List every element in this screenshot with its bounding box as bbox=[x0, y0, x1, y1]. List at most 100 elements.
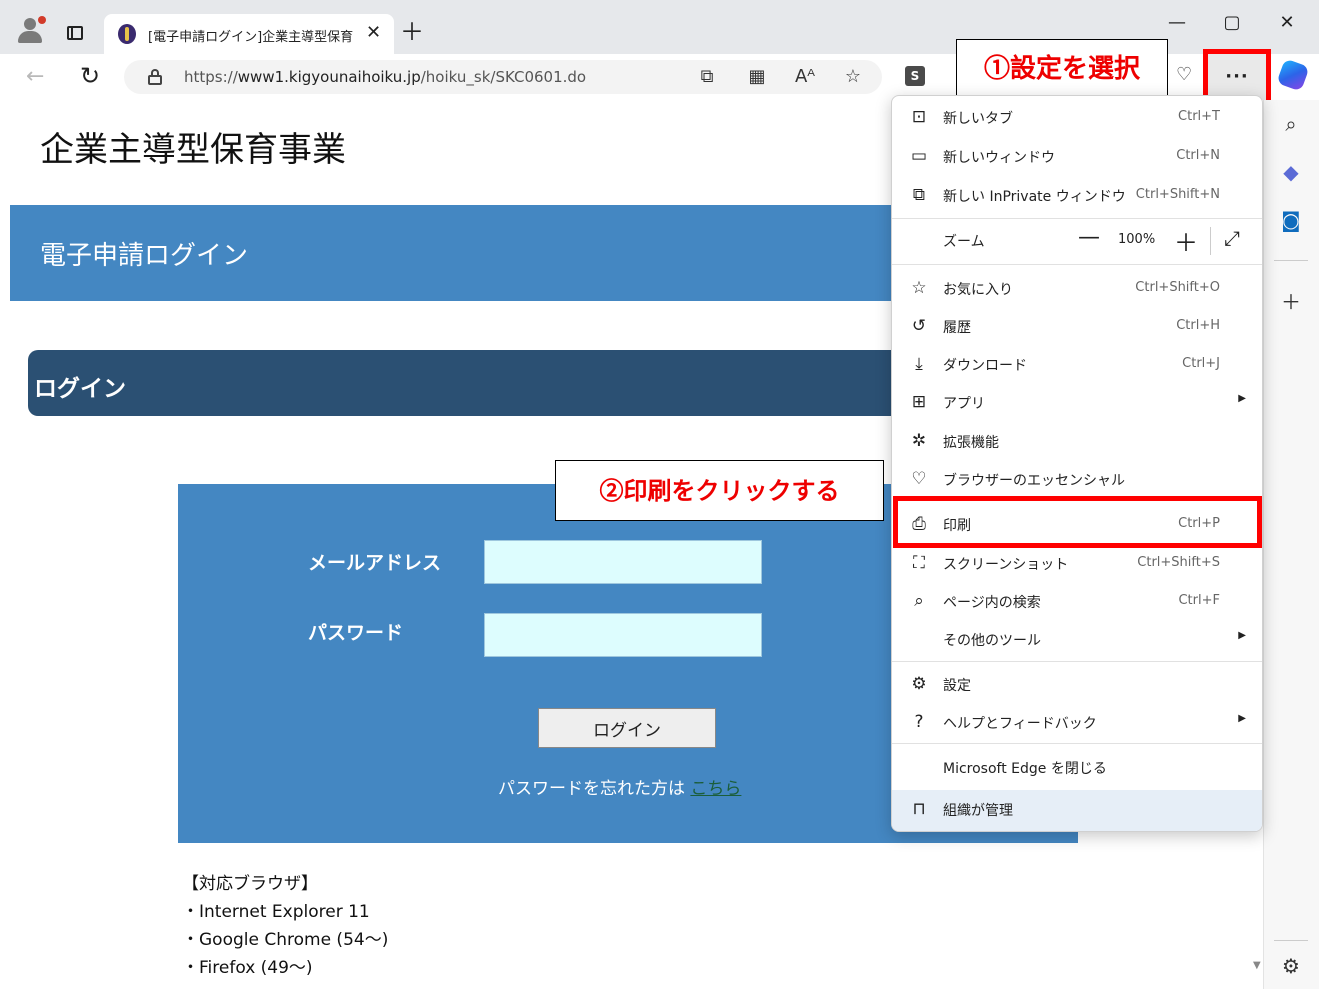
extensions-icon: ✲ bbox=[911, 431, 927, 451]
menu-new-tab[interactable]: ⊡ 新しいタブ Ctrl+T bbox=[892, 98, 1262, 136]
url-text[interactable]: https://www1.kigyounaihoiku.jp/hoiku_sk/… bbox=[184, 68, 586, 86]
menu-label: 拡張機能 bbox=[943, 435, 999, 451]
settings-gear-icon: ⚙ bbox=[911, 674, 927, 694]
menu-label: 履歴 bbox=[943, 320, 971, 336]
sidebar-divider bbox=[1274, 940, 1308, 941]
read-aloud-icon[interactable]: Aᴬ bbox=[792, 66, 818, 87]
find-icon: ⌕ bbox=[914, 591, 924, 611]
login-button[interactable]: ログイン bbox=[538, 708, 716, 748]
zoom-out-button[interactable]: — bbox=[1078, 225, 1100, 250]
microsoft365-icon[interactable]: ◆ bbox=[1276, 160, 1306, 190]
menu-label: ヘルプとフィードバック bbox=[943, 716, 1097, 732]
menu-find-on-page[interactable]: ⌕ ページ内の検索 Ctrl+F bbox=[892, 582, 1262, 620]
address-bar[interactable]: https://www1.kigyounaihoiku.jp/hoiku_sk/… bbox=[124, 60, 882, 94]
login-header-title: ログイン bbox=[34, 376, 126, 402]
banner-title: 電子申請ログイン bbox=[40, 241, 249, 271]
qr-code-icon[interactable]: ▦ bbox=[744, 66, 770, 87]
tab-close-icon[interactable]: ✕ bbox=[366, 22, 381, 43]
menu-close-edge[interactable]: Microsoft Edge を閉じる bbox=[892, 748, 1262, 786]
menu-history[interactable]: ↺ 履歴 Ctrl+H bbox=[892, 307, 1262, 345]
menu-label: 新しいウィンドウ bbox=[943, 150, 1055, 166]
sidebar-settings-icon[interactable]: ⚙ bbox=[1276, 954, 1306, 984]
menu-apps[interactable]: ⊞ アプリ ▶ bbox=[892, 383, 1262, 421]
annotation-step2: ②印刷をクリックする bbox=[555, 460, 884, 521]
fullscreen-icon[interactable]: ⤢ bbox=[1224, 226, 1240, 250]
screenshot-icon: ⛶ bbox=[913, 553, 925, 573]
menu-favorites[interactable]: ☆ お気に入り Ctrl+Shift+O bbox=[892, 269, 1262, 307]
menu-downloads[interactable]: ⤓ ダウンロード Ctrl+J bbox=[892, 345, 1262, 383]
menu-shortcut: Ctrl+Shift+O bbox=[1135, 280, 1220, 295]
download-icon: ⤓ bbox=[915, 354, 923, 374]
sidebar-divider bbox=[1274, 260, 1308, 261]
print-highlight-box bbox=[893, 496, 1262, 548]
menu-help-feedback[interactable]: ? ヘルプとフィードバック ▶ bbox=[892, 703, 1262, 741]
zoom-in-button[interactable]: ＋ bbox=[1174, 223, 1198, 258]
search-icon[interactable]: ⌕ bbox=[1276, 112, 1306, 142]
minimize-button[interactable]: — bbox=[1152, 12, 1202, 36]
forgot-password-link[interactable]: こちら bbox=[690, 779, 741, 799]
menu-divider bbox=[892, 264, 1262, 265]
app-available-icon[interactable]: ⧉ bbox=[694, 66, 720, 87]
email-label: メールアドレス bbox=[308, 552, 442, 574]
briefcase-icon: ⊓ bbox=[912, 799, 926, 819]
edge-sidebar: ⌕ ◆ ◙ ＋ ⚙ bbox=[1263, 100, 1319, 989]
essentials-heart-icon: ♡ bbox=[911, 469, 927, 489]
close-window-button[interactable]: ✕ bbox=[1262, 12, 1312, 36]
outlook-icon[interactable]: ◙ bbox=[1276, 208, 1306, 238]
tab-actions-icon[interactable] bbox=[60, 18, 90, 48]
lock-icon[interactable] bbox=[148, 69, 162, 85]
password-field[interactable] bbox=[484, 613, 762, 657]
new-tab-button[interactable]: ＋ bbox=[400, 20, 424, 44]
menu-label: ページ内の検索 bbox=[943, 595, 1041, 611]
menu-shortcut: Ctrl+H bbox=[1176, 318, 1220, 333]
settings-menu: ⊡ 新しいタブ Ctrl+T ▭ 新しいウィンドウ Ctrl+N ⧉ 新しい I… bbox=[891, 95, 1263, 832]
menu-label: 新しいタブ bbox=[943, 111, 1013, 127]
profile-icon[interactable] bbox=[14, 16, 50, 52]
password-label: パスワード bbox=[308, 622, 404, 644]
menu-shortcut: Ctrl+T bbox=[1178, 109, 1220, 124]
site-title: 企業主導型保育事業 bbox=[40, 130, 346, 170]
email-field[interactable] bbox=[484, 540, 762, 584]
maximize-button[interactable]: ▢ bbox=[1207, 12, 1257, 36]
menu-divider bbox=[892, 743, 1262, 744]
menu-label: その他のツール bbox=[943, 633, 1041, 649]
refresh-icon[interactable]: ↻ bbox=[80, 62, 100, 90]
menu-divider bbox=[892, 661, 1262, 662]
health-extension-icon[interactable]: ♡ bbox=[1176, 64, 1192, 85]
scroll-down-arrow-icon[interactable]: ▼ bbox=[1253, 960, 1261, 971]
menu-settings[interactable]: ⚙ 設定 bbox=[892, 665, 1262, 703]
apps-icon: ⊞ bbox=[911, 392, 927, 412]
menu-extensions[interactable]: ✲ 拡張機能 bbox=[892, 422, 1262, 460]
menu-new-window[interactable]: ▭ 新しいウィンドウ Ctrl+N bbox=[892, 137, 1262, 175]
history-icon: ↺ bbox=[911, 316, 927, 336]
browser-item: ・Internet Explorer 11 bbox=[182, 902, 370, 922]
favorites-icon: ☆ bbox=[911, 278, 927, 298]
forgot-password-text: パスワードを忘れた方は こちら bbox=[498, 779, 742, 799]
menu-label: Microsoft Edge を閉じる bbox=[943, 761, 1107, 777]
menu-managed-by-org[interactable]: ⊓ 組織が管理 bbox=[892, 790, 1262, 831]
menu-label: 新しい InPrivate ウィンドウ bbox=[943, 189, 1126, 205]
browser-item: ・Google Chrome (54～) bbox=[182, 930, 389, 950]
zoom-level: 100% bbox=[1118, 232, 1156, 247]
menu-browser-essentials[interactable]: ♡ ブラウザーのエッセンシャル bbox=[892, 460, 1262, 498]
tab-title: [電子申請ログイン]企業主導型保育 bbox=[148, 30, 354, 45]
browser-tab[interactable]: [電子申請ログイン]企業主導型保育 ✕ bbox=[104, 14, 394, 54]
site-favicon-icon bbox=[118, 24, 136, 44]
chevron-right-icon: ▶ bbox=[1238, 630, 1246, 641]
browsers-heading: 【対応ブラウザ】 bbox=[182, 874, 318, 894]
menu-label: 組織が管理 bbox=[943, 803, 1013, 819]
menu-label: お気に入り bbox=[943, 282, 1013, 298]
menu-inprivate-window[interactable]: ⧉ 新しい InPrivate ウィンドウ Ctrl+Shift+N bbox=[892, 176, 1262, 214]
extension-s-icon[interactable]: S bbox=[905, 66, 925, 86]
menu-zoom: ズーム — 100% ＋ ⤢ bbox=[892, 221, 1262, 261]
menu-more-tools[interactable]: その他のツール ▶ bbox=[892, 620, 1262, 658]
menu-screenshot[interactable]: ⛶ スクリーンショット Ctrl+Shift+S bbox=[892, 544, 1262, 582]
browser-item: ・Firefox (49～) bbox=[182, 958, 313, 978]
annotation-step1: ①設定を選択 bbox=[956, 39, 1168, 99]
add-icon[interactable]: ＋ bbox=[1276, 286, 1306, 316]
new-tab-icon: ⊡ bbox=[911, 107, 927, 127]
chevron-right-icon: ▶ bbox=[1238, 713, 1246, 724]
help-icon: ? bbox=[914, 712, 924, 732]
back-icon[interactable]: ← bbox=[26, 64, 44, 89]
favorite-star-icon[interactable]: ☆ bbox=[840, 66, 866, 87]
